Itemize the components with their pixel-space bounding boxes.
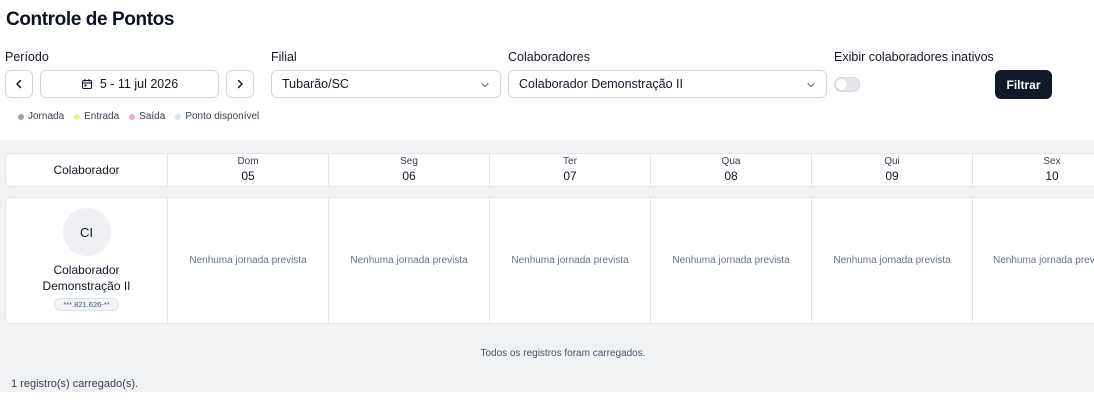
previous-week-button[interactable]: [5, 70, 33, 98]
period-value: 5 - 11 jul 2026: [99, 77, 179, 91]
legend-label: Ponto disponível: [185, 111, 260, 122]
all-loaded-message: Todos os registros foram carregados.: [480, 348, 646, 359]
day-slot[interactable]: Nenhuma jornada prevista: [490, 198, 651, 323]
employee-name-line2: Demonstração II: [42, 279, 131, 293]
day-header: Qua 08: [651, 154, 812, 186]
legend-dot: [18, 113, 24, 120]
inactive-label: Exibir colaboradores inativos: [834, 50, 994, 64]
day-slot[interactable]: Nenhuma jornada prevista: [329, 198, 490, 323]
day-slot[interactable]: Nenhuma jornada prevista: [812, 198, 973, 323]
employee-name-line1: Colaborador: [53, 263, 120, 277]
day-slot[interactable]: Nenhuma jornada prevista: [972, 198, 1094, 323]
branch-select[interactable]: Tubarão/SC: [271, 70, 501, 98]
day-name: Dom: [237, 156, 259, 167]
employees-select[interactable]: Colaborador Demonstração II: [508, 70, 827, 98]
inactive-toggle[interactable]: [834, 77, 860, 92]
branch-value: Tubarão/SC: [282, 77, 349, 91]
chevron-down-icon: [807, 82, 815, 88]
day-header: Dom 05: [168, 154, 329, 186]
chevron-down-icon: [481, 82, 489, 88]
day-header: Seg 06: [329, 154, 490, 186]
records-count: 1 registro(s) carregado(s).: [11, 378, 139, 390]
day-date: 07: [563, 169, 577, 183]
filter-button[interactable]: Filtrar: [995, 70, 1052, 99]
employees-value: Colaborador Demonstração II: [519, 77, 683, 91]
day-date: 06: [402, 169, 416, 183]
legend-dot: [74, 113, 81, 120]
legend-dot: [129, 113, 136, 120]
day-name: Qua: [721, 156, 741, 167]
table-row: CI Colaborador Demonstração II ***.821.6…: [5, 197, 1094, 324]
legend-item-ponto-disponivel: Ponto disponível: [175, 111, 259, 122]
avatar: CI: [62, 208, 111, 256]
branch-label: Filial: [271, 50, 297, 64]
day-slot[interactable]: Nenhuma jornada prevista: [651, 198, 812, 323]
employee-column-header: Colaborador: [6, 154, 168, 186]
legend-label: Saída: [139, 111, 166, 122]
employees-label: Colaboradores: [508, 50, 590, 64]
toggle-knob: [836, 79, 847, 90]
day-name: Ter: [563, 156, 577, 167]
legend-item-saida: Saída: [129, 111, 165, 122]
day-slot[interactable]: Nenhuma jornada prevista: [168, 198, 329, 323]
next-week-button[interactable]: [226, 70, 254, 98]
page-title: Controle de Pontos: [6, 9, 175, 30]
day-name: Sex: [1043, 156, 1061, 167]
legend-item-entrada: Entrada: [74, 111, 119, 122]
day-name: Qui: [884, 156, 900, 167]
day-date: 05: [241, 169, 255, 183]
day-header: Qui 09: [812, 154, 973, 186]
day-date: 09: [885, 169, 899, 183]
legend-item-jornada: Jornada: [18, 111, 64, 122]
chevron-left-icon: [16, 79, 22, 89]
legend-dot: [175, 113, 182, 120]
legend-label: Jornada: [28, 111, 65, 122]
document-badge: ***.821.626-**: [54, 298, 119, 311]
employee-cell[interactable]: CI Colaborador Demonstração II ***.821.6…: [6, 198, 168, 323]
legend: Jornada Entrada Saída Ponto disponível: [18, 111, 259, 122]
day-name: Seg: [400, 156, 418, 167]
chevron-right-icon: [237, 79, 243, 89]
day-date: 10: [1045, 169, 1059, 183]
calendar-icon: [81, 79, 92, 90]
day-date: 08: [724, 169, 738, 183]
period-label: Período: [5, 50, 49, 64]
legend-label: Entrada: [84, 111, 120, 122]
day-header: Sex 10: [972, 154, 1094, 186]
period-picker[interactable]: 5 - 11 jul 2026: [40, 70, 219, 98]
table-header: Colaborador Dom 05 Seg 06 Ter 07 Qua 08 …: [5, 153, 1094, 187]
day-header: Ter 07: [490, 154, 651, 186]
